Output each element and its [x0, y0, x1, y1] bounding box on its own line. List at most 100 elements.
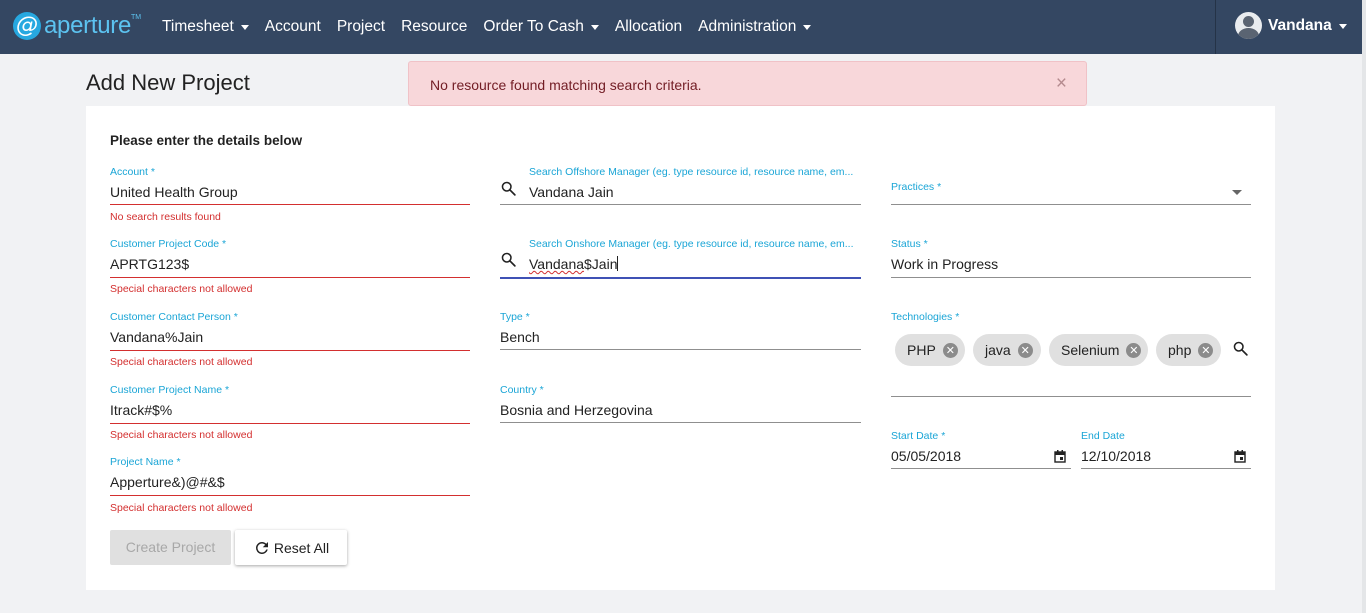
nav-administration[interactable]: Administration — [698, 18, 812, 36]
customer-project-name-field[interactable]: Customer Project Name * Itrack#$% Specia… — [110, 384, 470, 444]
nav-project[interactable]: Project — [337, 18, 385, 36]
technology-chip[interactable]: java ✕ — [973, 334, 1041, 366]
customer-contact-person-label: Customer Contact Person * — [110, 311, 238, 323]
offshore-manager-underline — [500, 204, 861, 205]
status-underline — [891, 277, 1251, 278]
close-icon[interactable]: × — [1056, 74, 1067, 94]
create-project-button[interactable]: Create Project — [110, 530, 231, 565]
customer-contact-person-error: Special characters not allowed — [110, 356, 253, 368]
onshore-manager-input[interactable]: Vandana$Jain — [529, 256, 619, 272]
customer-contact-person-field[interactable]: Customer Contact Person * Vandana%Jain S… — [110, 311, 470, 371]
account-input[interactable]: United Health Group — [110, 184, 238, 200]
type-field[interactable]: Type * Bench — [500, 311, 861, 353]
end-date-label: End Date — [1081, 430, 1125, 442]
nav-allocation[interactable]: Allocation — [615, 18, 682, 36]
spellcheck-word: Vandana — [529, 256, 585, 272]
aperture-logo[interactable]: @ aperture TM — [13, 12, 141, 40]
practices-select[interactable]: Practices * — [891, 166, 1251, 208]
end-date-input[interactable]: 12/10/2018 — [1081, 448, 1151, 464]
caret-down-icon — [590, 25, 599, 30]
technologies-field[interactable]: Technologies * PHP ✕ java ✕ Selenium ✕ php ✕ — [891, 311, 1251, 397]
type-input[interactable]: Bench — [500, 329, 540, 345]
type-underline — [500, 349, 861, 350]
technologies-underline — [891, 396, 1251, 397]
logo-at-icon: @ — [13, 12, 41, 40]
project-name-field[interactable]: Project Name * Apperture&)@#&$ Special c… — [110, 456, 470, 516]
chip-label: java — [985, 342, 1011, 358]
nav-label: Administration — [698, 18, 797, 35]
country-field[interactable]: Country * Bosnia and Herzegovina — [500, 384, 861, 426]
customer-project-code-label: Customer Project Code * — [110, 238, 227, 250]
search-icon — [501, 181, 516, 196]
dropdown-arrow-icon — [1232, 190, 1242, 195]
caret-down-icon — [1338, 23, 1347, 29]
technology-chip[interactable]: php ✕ — [1156, 334, 1221, 366]
caret-down-icon — [240, 25, 249, 30]
customer-project-code-field[interactable]: Customer Project Code * APRTG123$ Specia… — [110, 238, 470, 298]
reset-all-button[interactable]: Reset All — [235, 530, 347, 565]
technology-chip[interactable]: Selenium ✕ — [1049, 334, 1148, 366]
customer-project-name-input[interactable]: Itrack#$% — [110, 402, 172, 418]
nav-account[interactable]: Account — [265, 18, 321, 36]
top-navbar: @ aperture TM Timesheet Account Project … — [0, 0, 1366, 54]
account-field[interactable]: Account * United Health Group No search … — [110, 166, 470, 226]
country-input[interactable]: Bosnia and Herzegovina — [500, 402, 653, 418]
caret-down-icon — [803, 25, 812, 30]
project-name-label: Project Name * — [110, 456, 181, 468]
logo-trademark: TM — [131, 13, 142, 21]
customer-project-code-input[interactable]: APRTG123$ — [110, 256, 189, 272]
type-label: Type * — [500, 311, 530, 323]
refresh-icon — [255, 541, 268, 554]
calendar-icon[interactable] — [1054, 450, 1066, 463]
remove-chip-icon[interactable]: ✕ — [942, 342, 958, 358]
start-date-underline — [891, 468, 1071, 469]
nav-label: Project — [336, 18, 386, 35]
end-date-field[interactable]: End Date 12/10/2018 — [1081, 430, 1251, 470]
country-underline — [500, 422, 861, 423]
technology-chip[interactable]: PHP ✕ — [895, 334, 965, 366]
offshore-manager-label: Search Offshore Manager (eg. type resour… — [529, 166, 854, 178]
customer-contact-person-input[interactable]: Vandana%Jain — [110, 329, 203, 345]
customer-project-name-error: Special characters not allowed — [110, 429, 253, 441]
nav-resource[interactable]: Resource — [401, 18, 467, 36]
page-title: Add New Project — [86, 70, 250, 95]
onshore-manager-field[interactable]: Search Onshore Manager (eg. type resourc… — [500, 238, 861, 280]
chip-label: PHP — [907, 342, 936, 358]
status-field[interactable]: Status * Work in Progress — [891, 238, 1251, 280]
status-label: Status * — [891, 238, 928, 250]
account-label: Account * — [110, 166, 155, 178]
main-menu: Timesheet Account Project Resource Order… — [162, 0, 827, 54]
nav-divider — [1215, 0, 1216, 54]
reset-all-label: Reset All — [273, 539, 330, 556]
country-label: Country * — [500, 384, 544, 396]
customer-project-code-underline — [110, 277, 470, 278]
offshore-manager-input[interactable]: Vandana Jain — [529, 184, 614, 200]
project-form-card: Please enter the details below Account *… — [86, 106, 1275, 590]
end-date-underline — [1081, 468, 1251, 469]
nav-timesheet[interactable]: Timesheet — [162, 18, 249, 36]
nav-label: Order To Cash — [483, 18, 584, 35]
remove-chip-icon[interactable]: ✕ — [1126, 342, 1142, 358]
search-icon[interactable] — [1232, 340, 1249, 357]
project-name-input[interactable]: Apperture&)@#&$ — [110, 474, 225, 490]
calendar-icon[interactable] — [1234, 450, 1246, 463]
user-name: Vandana — [1268, 16, 1332, 34]
onshore-manager-value-rest: $Jain — [584, 256, 618, 272]
onshore-manager-underline — [500, 277, 861, 279]
customer-project-code-error: Special characters not allowed — [110, 283, 253, 295]
offshore-manager-field[interactable]: Search Offshore Manager (eg. type resour… — [500, 166, 861, 208]
alert-message: No resource found matching search criter… — [430, 77, 702, 93]
status-input[interactable]: Work in Progress — [891, 256, 998, 272]
user-menu[interactable]: Vandana — [1235, 12, 1347, 39]
remove-chip-icon[interactable]: ✕ — [1198, 342, 1214, 358]
scrollbar[interactable] — [1362, 0, 1366, 613]
nav-label: Allocation — [614, 18, 683, 35]
nav-label: Resource — [401, 18, 468, 35]
remove-chip-icon[interactable]: ✕ — [1017, 342, 1033, 358]
start-date-field[interactable]: Start Date * 05/05/2018 — [891, 430, 1071, 470]
nav-order-to-cash[interactable]: Order To Cash — [483, 18, 599, 36]
error-alert: No resource found matching search criter… — [408, 61, 1087, 106]
search-icon — [501, 252, 516, 267]
start-date-input[interactable]: 05/05/2018 — [891, 448, 961, 464]
chip-label: php — [1168, 342, 1192, 358]
